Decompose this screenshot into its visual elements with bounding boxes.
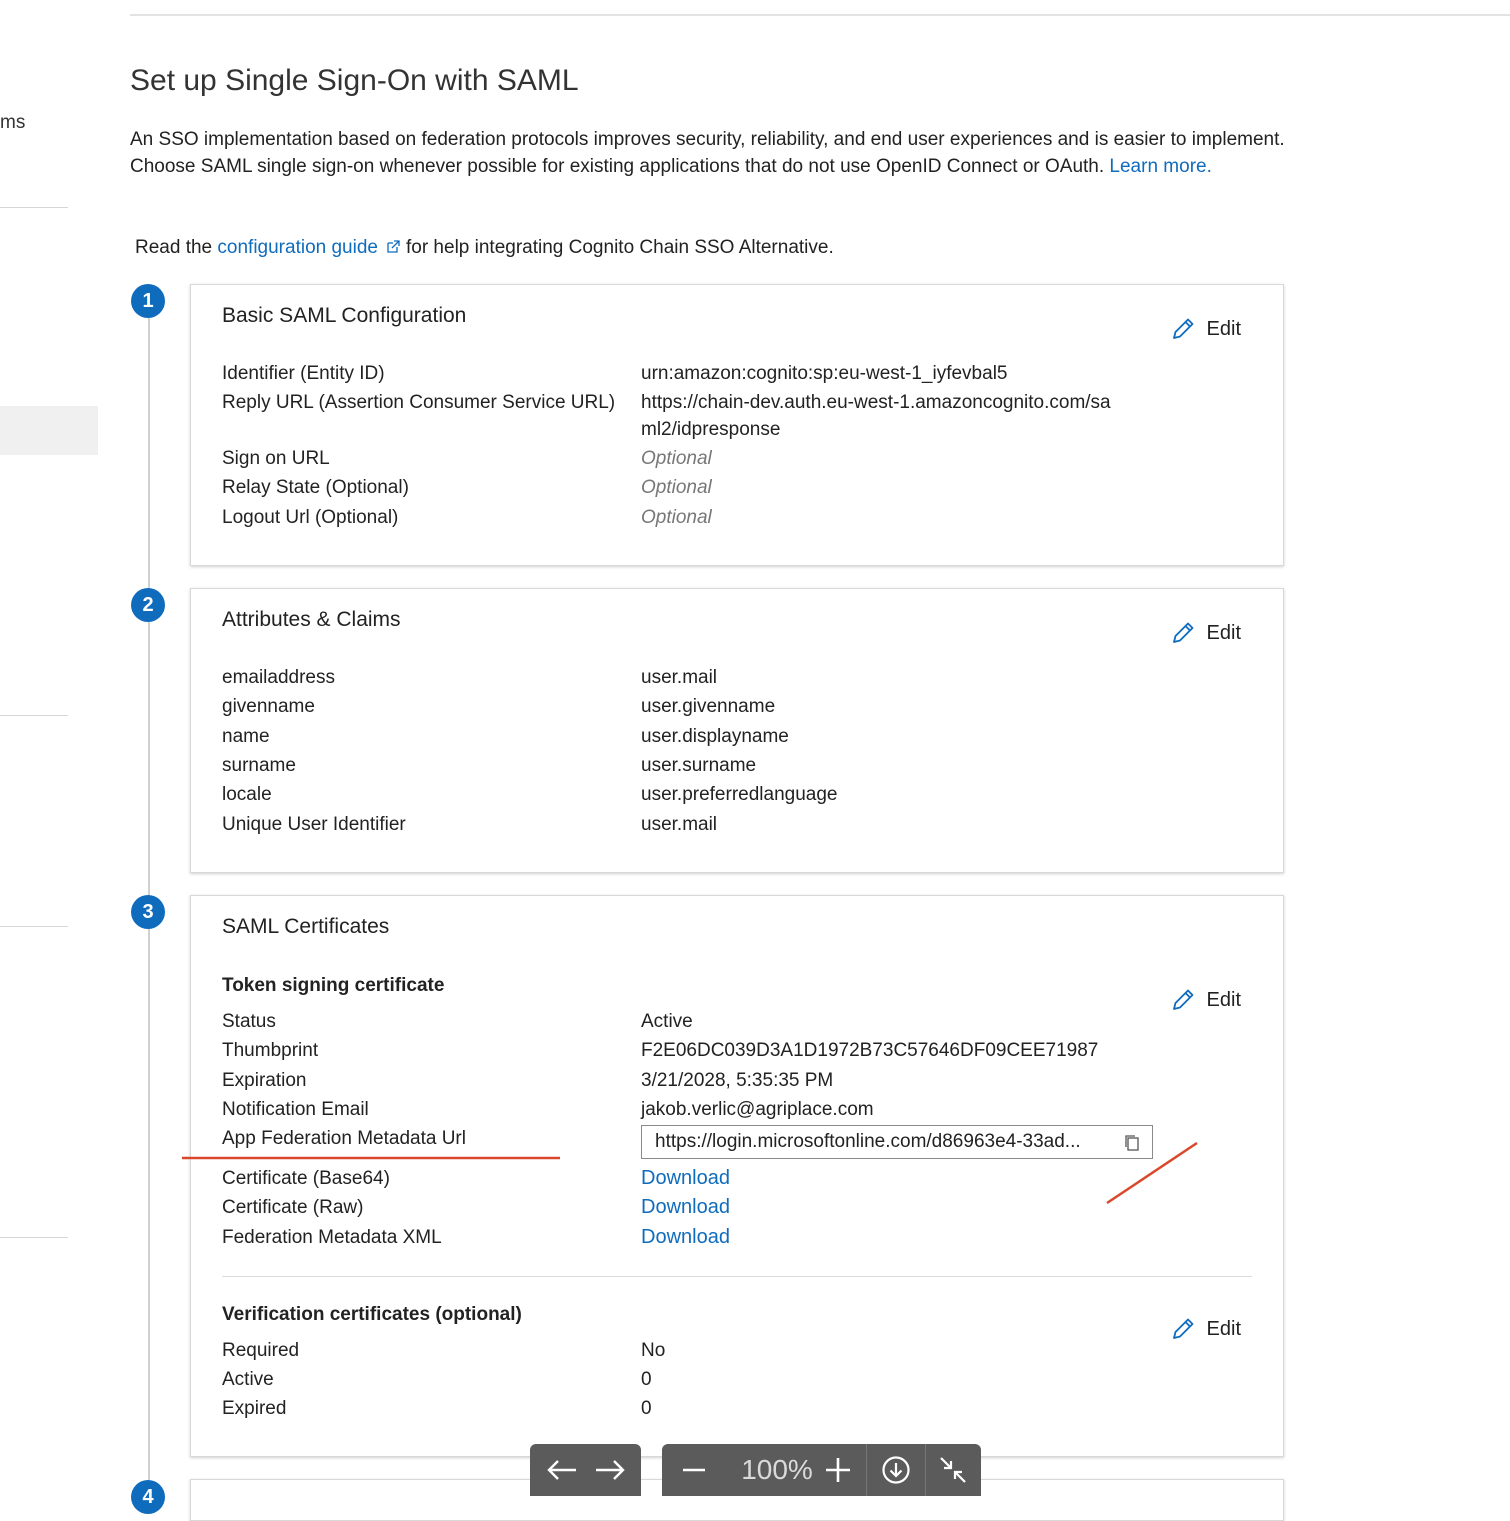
collapse-arrows-icon — [940, 1457, 966, 1483]
exit-fullscreen-button[interactable] — [930, 1444, 976, 1496]
annotation-pointer-line — [1106, 1141, 1198, 1205]
next-button[interactable] — [588, 1444, 632, 1496]
download-circle-icon — [882, 1456, 910, 1484]
minus-icon — [683, 1468, 705, 1472]
arrow-right-icon — [596, 1460, 625, 1480]
zoom-in-button[interactable] — [818, 1444, 858, 1496]
plus-icon — [826, 1458, 850, 1482]
toolbar-separator — [925, 1444, 926, 1496]
download-image-button[interactable] — [872, 1444, 920, 1496]
viewer-zoom-toolbar: 100% — [662, 1444, 981, 1496]
toolbar-separator — [866, 1444, 867, 1496]
viewer-navigation-toolbar — [530, 1444, 641, 1496]
annotation-overlay — [182, 1141, 1198, 1205]
arrow-left-icon — [547, 1460, 576, 1480]
zoom-level: 100% — [741, 1454, 813, 1485]
previous-button[interactable] — [540, 1444, 584, 1496]
zoom-out-button[interactable] — [674, 1444, 714, 1496]
